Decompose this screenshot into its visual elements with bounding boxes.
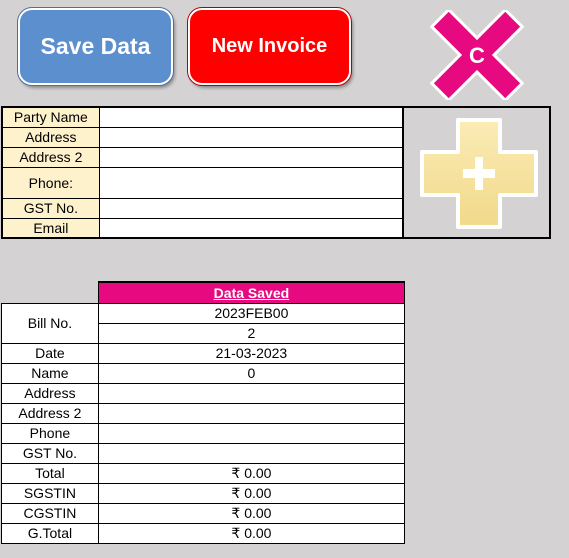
party-name-label: Party Name — [1, 106, 100, 128]
bill-gst-label: GST No. — [1, 442, 99, 464]
bill-address-2-label: Address 2 — [1, 402, 99, 424]
bill-gst-value — [97, 442, 406, 464]
address-field[interactable] — [98, 126, 404, 148]
address-label: Address — [1, 126, 100, 148]
gst-no-label: GST No. — [1, 197, 100, 219]
address-2-field[interactable] — [98, 146, 404, 168]
gst-no-field[interactable] — [98, 197, 404, 219]
new-invoice-button[interactable]: New Invoice — [188, 8, 351, 85]
add-plus-icon[interactable] — [418, 116, 540, 231]
email-field[interactable] — [98, 217, 404, 239]
sgst-value: ₹ 0.00 — [97, 482, 406, 504]
bill-phone-label: Phone — [1, 422, 99, 444]
clear-x-icon[interactable]: C — [430, 10, 524, 100]
date-label: Date — [1, 342, 99, 364]
bill-summary-table: Data Saved Bill No. 2023FEB00 2 Date 21-… — [1, 281, 406, 544]
phone-field[interactable] — [98, 166, 404, 199]
data-saved-status: Data Saved — [97, 281, 406, 304]
clear-letter: C — [469, 43, 485, 68]
bill-address-label: Address — [1, 382, 99, 404]
address-2-label: Address 2 — [1, 146, 100, 168]
date-value: 21-03-2023 — [97, 342, 406, 364]
bill-address-value — [97, 382, 406, 404]
bill-address-2-value — [97, 402, 406, 424]
total-label: Total — [1, 462, 99, 484]
bill-no-sequence: 2 — [97, 322, 406, 344]
sgst-label: SGSTIN — [1, 482, 99, 504]
email-label: Email — [1, 217, 100, 239]
save-data-button[interactable]: Save Data — [18, 8, 173, 85]
bill-no-value: 2023FEB00 — [97, 302, 406, 324]
cgst-label: CGSTIN — [1, 502, 99, 524]
cgst-value: ₹ 0.00 — [97, 502, 406, 524]
party-name-field[interactable] — [98, 106, 404, 128]
grand-total-label: G.Total — [1, 522, 99, 544]
grand-total-value: ₹ 0.00 — [97, 522, 406, 544]
header-blank-cell — [1, 282, 99, 303]
name-label: Name — [1, 362, 99, 384]
bill-phone-value — [97, 422, 406, 444]
phone-label: Phone: — [1, 166, 100, 199]
total-value: ₹ 0.00 — [97, 462, 406, 484]
bill-no-label: Bill No. — [1, 302, 99, 344]
name-value: 0 — [97, 362, 406, 384]
